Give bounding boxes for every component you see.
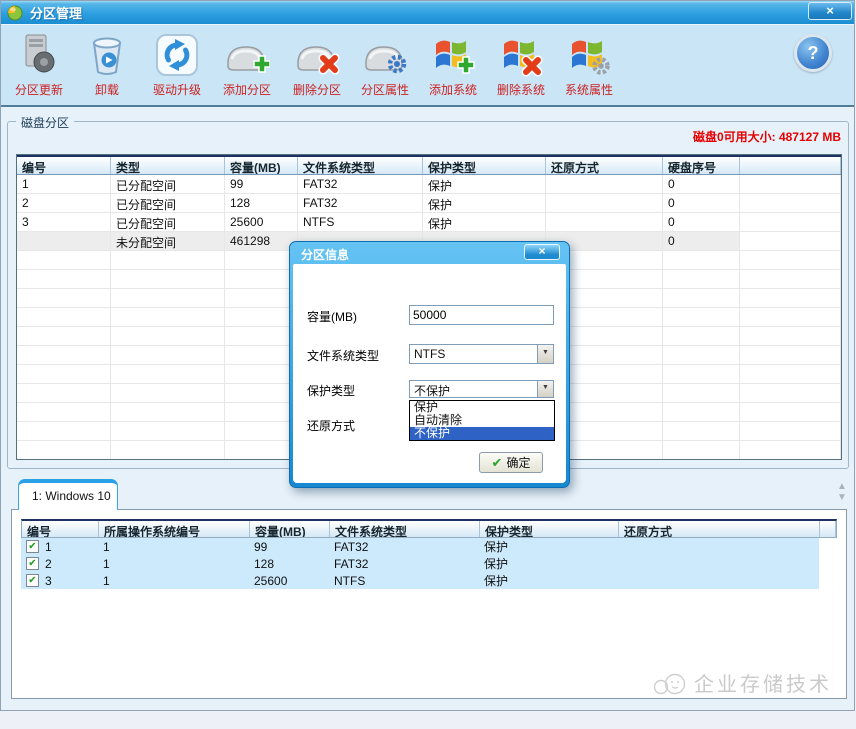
watermark: 企业存储技术 [652, 668, 832, 697]
app-icon [7, 5, 23, 21]
system-table-row[interactable]: ✔1 1 99 FAT32 保护 [21, 538, 837, 555]
groupbox-legend: 磁盘分区 [16, 114, 74, 131]
protect-type-combobox[interactable]: 不保护 ▼ [409, 380, 554, 398]
chevron-down-icon[interactable]: ▼ [537, 381, 553, 397]
window-title: 分区管理 [30, 3, 82, 22]
drive-delete-icon [283, 29, 351, 81]
dialog-body: 容量(MB) 文件系统类型 NTFS ▼ 保护类型 不保护 ▼ 保护 自动清除 … [293, 264, 566, 483]
row-checkbox[interactable]: ✔ [26, 574, 39, 587]
tab-scroll-down-icon[interactable]: ▼ [833, 492, 851, 503]
system-table-row[interactable]: ✔3 1 25600 NTFS 保护 [21, 572, 837, 589]
column-header[interactable]: 文件系统类型 [330, 521, 480, 537]
column-header[interactable]: 编号 [22, 521, 99, 537]
column-header[interactable]: 硬盘序号 [663, 157, 740, 174]
partition-update-button[interactable]: 分区更新 [5, 29, 73, 98]
drive-gear-icon [351, 29, 419, 81]
system-properties-button[interactable]: 系统属性 [555, 29, 623, 98]
dialog-close-button[interactable]: × [524, 244, 560, 260]
app-window: 分区管理 × 分区更新 [0, 0, 855, 711]
partition-properties-button[interactable]: 分区属性 [351, 29, 419, 98]
column-header[interactable]: 容量(MB) [225, 157, 298, 174]
trash-icon [73, 29, 141, 81]
system-table-row[interactable]: ✔2 1 128 FAT32 保护 [21, 555, 837, 572]
partition-info-dialog: 分区信息 × 容量(MB) 文件系统类型 NTFS ▼ 保护类型 不保护 ▼ 保… [289, 241, 570, 488]
column-header[interactable]: 容量(MB) [250, 521, 330, 537]
partition-table-header: 编号 类型 容量(MB) 文件系统类型 保护类型 还原方式 硬盘序号 [17, 155, 841, 175]
capacity-input[interactable] [409, 305, 554, 325]
tab-scroll-up-icon[interactable]: ▲ [833, 481, 851, 492]
filesystem-label: 文件系统类型 [307, 347, 379, 364]
system-partitions-panel: 编号 所属操作系统编号 容量(MB) 文件系统类型 保护类型 还原方式 ✔1 1… [11, 509, 847, 699]
watermark-logo-icon [652, 669, 688, 697]
toolbar: 分区更新 卸载 [1, 24, 854, 107]
add-system-button[interactable]: 添加系统 [419, 29, 487, 98]
column-header [740, 157, 841, 174]
column-header[interactable]: 类型 [111, 157, 225, 174]
refresh-icon [143, 29, 211, 81]
disk-available-size: 磁盘0可用大小: 487127 MB [693, 128, 841, 145]
column-header[interactable]: 保护类型 [423, 157, 546, 174]
tab-scroll-buttons: ▲ ▼ [833, 481, 851, 503]
table-row[interactable]: 1 已分配空间 99 FAT32 保护 0 [17, 175, 841, 194]
chevron-down-icon[interactable]: ▼ [537, 345, 553, 363]
column-header[interactable]: 还原方式 [546, 157, 663, 174]
ok-button[interactable]: ✔ 确定 [479, 452, 543, 473]
restore-mode-label: 还原方式 [307, 417, 355, 434]
column-header[interactable]: 文件系统类型 [298, 157, 423, 174]
help-button[interactable]: ? [794, 34, 832, 72]
delete-partition-button[interactable]: 删除分区 [283, 29, 351, 98]
partition-update-icon [5, 29, 73, 81]
watermark-text: 企业存储技术 [694, 668, 832, 697]
table-row[interactable]: 2 已分配空间 128 FAT32 保护 0 [17, 194, 841, 213]
column-header [820, 521, 836, 537]
capacity-label: 容量(MB) [307, 308, 357, 325]
drive-add-icon [213, 29, 281, 81]
delete-system-button[interactable]: 删除系统 [487, 29, 555, 98]
table-row[interactable]: 3 已分配空间 25600 NTFS 保护 0 [17, 213, 841, 232]
dropdown-option-selected[interactable]: 不保护 [410, 427, 554, 440]
column-header[interactable]: 保护类型 [480, 521, 619, 537]
windows-delete-icon [487, 29, 555, 81]
windows-add-icon [419, 29, 487, 81]
protect-type-dropdown-list: 保护 自动清除 不保护 [409, 400, 555, 441]
row-checkbox[interactable]: ✔ [26, 540, 39, 553]
column-header[interactable]: 还原方式 [619, 521, 820, 537]
windows-gear-icon [555, 29, 623, 81]
driver-upgrade-button[interactable]: 驱动升级 [143, 29, 211, 98]
column-header[interactable]: 所属操作系统编号 [99, 521, 250, 537]
window-close-button[interactable]: × [808, 2, 852, 20]
protect-type-label: 保护类型 [307, 382, 355, 399]
add-partition-button[interactable]: 添加分区 [213, 29, 281, 98]
column-header[interactable]: 编号 [17, 157, 111, 174]
uninstall-button[interactable]: 卸载 [73, 29, 141, 98]
row-checkbox[interactable]: ✔ [26, 557, 39, 570]
system-table: 编号 所属操作系统编号 容量(MB) 文件系统类型 保护类型 还原方式 ✔1 1… [21, 519, 837, 589]
tab-windows-10[interactable]: 1: Windows 10 [18, 479, 118, 510]
titlebar: 分区管理 × [1, 1, 854, 24]
check-icon: ✔ [492, 455, 503, 471]
filesystem-combobox[interactable]: NTFS ▼ [409, 344, 554, 364]
system-table-header: 编号 所属操作系统编号 容量(MB) 文件系统类型 保护类型 还原方式 [21, 519, 837, 538]
